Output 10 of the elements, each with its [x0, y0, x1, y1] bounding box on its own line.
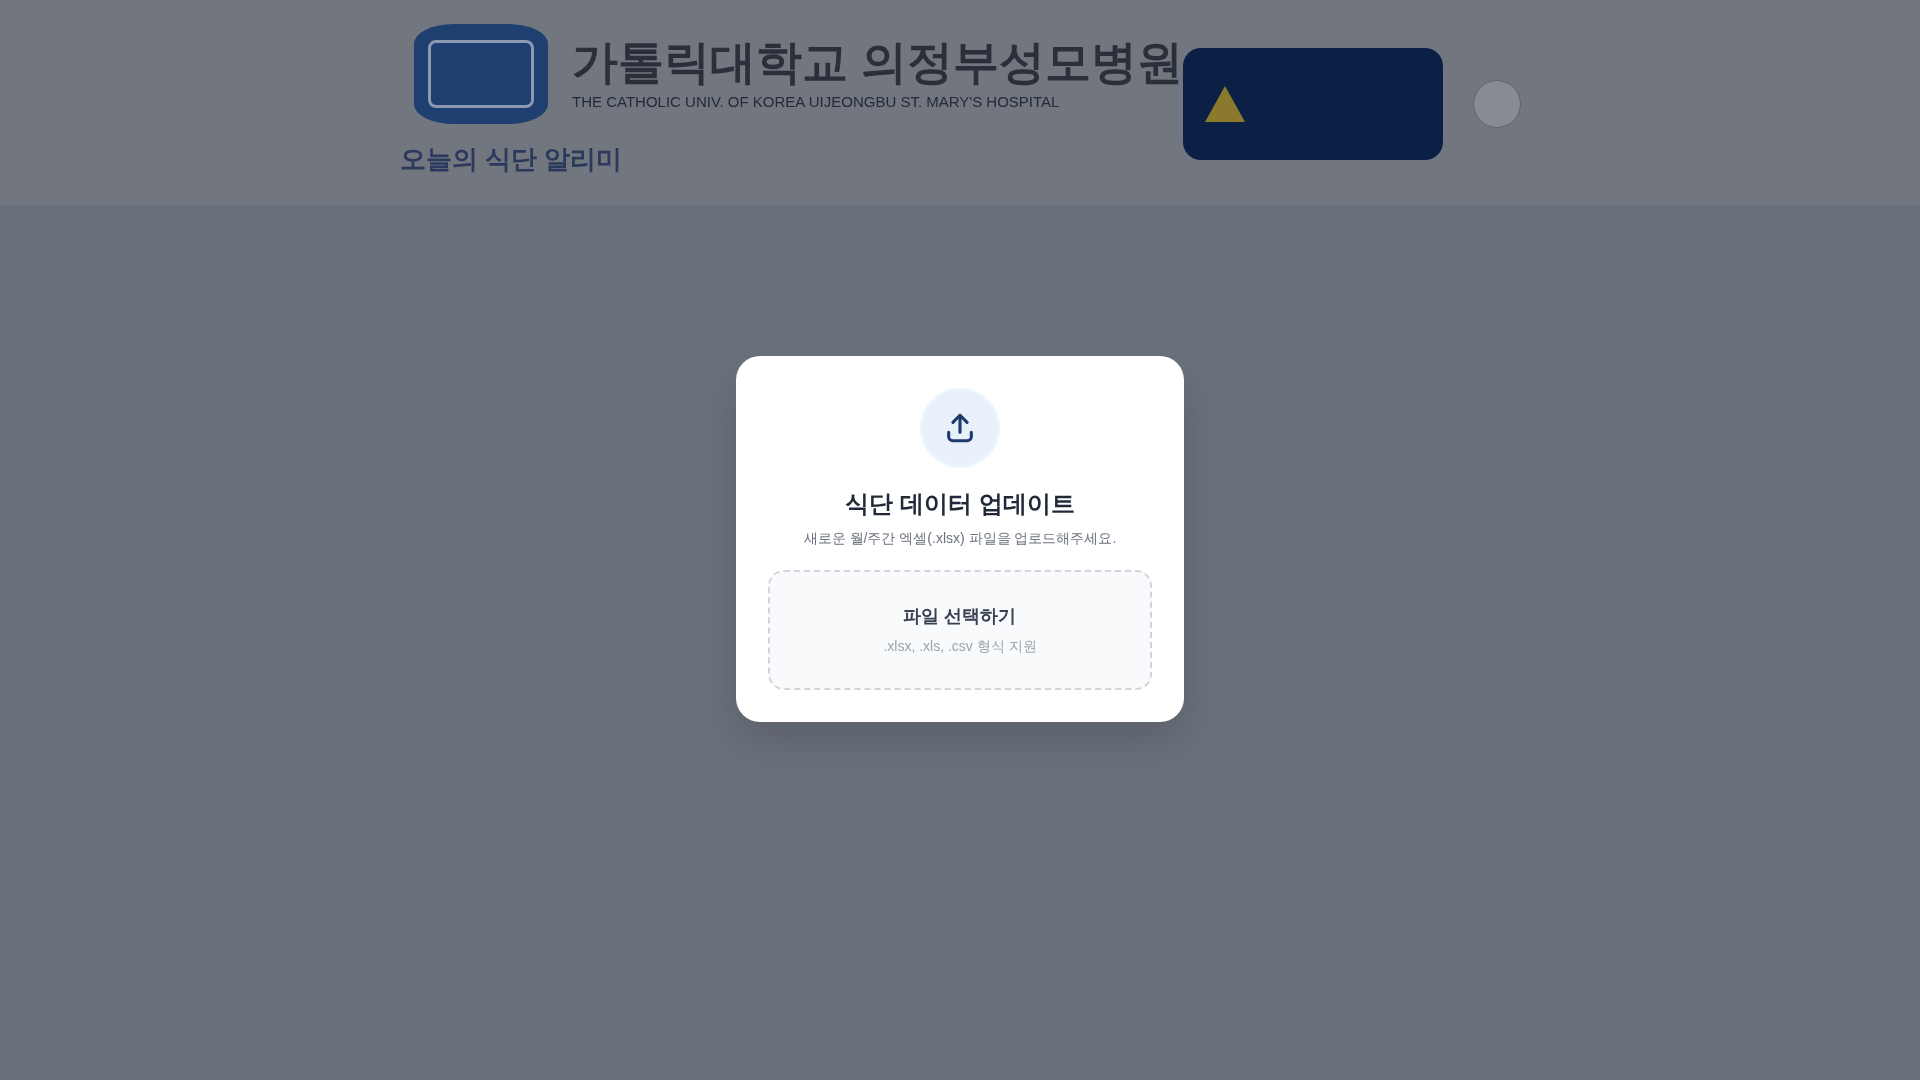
hospital-name: 가톨릭대학교 의정부성모병원: [572, 38, 1183, 85]
page-title: 오늘의 식단 알리미: [400, 143, 624, 176]
dialog-title: 식단 데이터 업데이트: [845, 489, 1075, 519]
dropzone-label: 파일 선택하기: [903, 605, 1017, 628]
file-dropzone[interactable]: 파일 선택하기 .xlsx, .xls, .csv 형식 지원: [768, 570, 1152, 690]
hospital-name-english: THE CATHOLIC UNIV. OF KOREA UIJEONGBU ST. MARY'S HOSPITAL: [572, 92, 1061, 110]
dropzone-hint: .xlsx, .xls, .csv 형식 지원: [883, 638, 1037, 656]
warning-icon: [1202, 84, 1247, 124]
round-button[interactable]: [1472, 80, 1521, 128]
dialog-description: 새로운 월/주간 엑셀(.xlsx) 파일을 업로드해주세요.: [803, 530, 1117, 548]
